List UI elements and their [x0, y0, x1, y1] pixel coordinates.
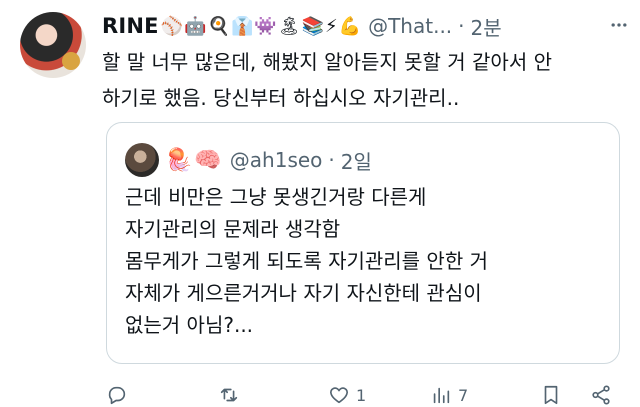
like-button[interactable]: 1: [328, 384, 366, 406]
avatar-decoration: [62, 52, 80, 70]
bookmark-button[interactable]: [540, 384, 562, 406]
quoted-author-name-emojis: 🪼🧠: [165, 147, 224, 173]
header-separator: ·: [458, 14, 465, 38]
like-count: 1: [356, 385, 367, 405]
author-display-name[interactable]: RINE: [102, 14, 159, 38]
reply-icon: [108, 386, 126, 405]
quoted-tweet-text: 근데 비만은 그냥 못생긴거랑 다른게 자기관리의 문제라 생각함 몸무게가 그…: [125, 185, 488, 337]
quoted-header-separator: ·: [328, 148, 335, 172]
bar-chart-icon: [433, 387, 450, 404]
retweet-icon: [220, 388, 238, 402]
author-avatar[interactable]: [20, 12, 86, 78]
tweet-actions: 1 7: [0, 378, 640, 407]
views-count: 7: [458, 385, 469, 405]
quoted-author-handle[interactable]: @ah1seo: [230, 148, 323, 172]
more-options-icon[interactable]: [608, 14, 630, 36]
quoted-tweet-time[interactable]: 2일: [341, 146, 372, 175]
retweet-button[interactable]: [218, 384, 246, 406]
quoted-tweet-header: 🪼🧠 @ah1seo · 2일: [165, 145, 372, 175]
tweet-text: 할 말 너무 많은데, 해봤지 알아듣지 못할 거 같아서 안 하기로 했음. …: [102, 50, 552, 110]
quoted-author-avatar[interactable]: [125, 143, 159, 177]
heart-icon: [330, 387, 348, 404]
tweet-time[interactable]: 2분: [471, 12, 502, 41]
share-icon: [592, 385, 610, 405]
views-button[interactable]: 7: [430, 384, 468, 406]
author-name-emojis: ⚾🤖🍳👔👾🏝📚⚡💪: [160, 15, 363, 37]
tweet-header: RINE ⚾🤖🍳👔👾🏝📚⚡💪 @That... · 2분: [102, 12, 602, 40]
bookmark-icon: [544, 385, 558, 405]
author-handle[interactable]: @That...: [368, 14, 452, 38]
reply-button[interactable]: [106, 384, 134, 406]
share-button[interactable]: [590, 384, 612, 406]
quoted-tweet[interactable]: 🪼🧠 @ah1seo · 2일 근데 비만은 그냥 못생긴거랑 다른게 자기관리…: [106, 122, 620, 364]
